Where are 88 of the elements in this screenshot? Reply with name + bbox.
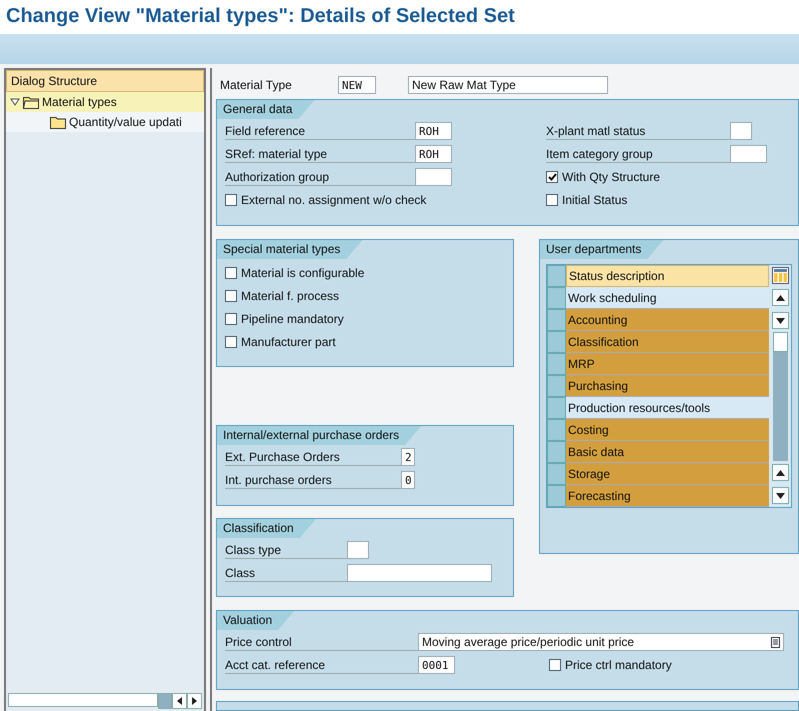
checkbox-label: Material is configurable: [241, 266, 364, 280]
checkbox-label: Price ctrl mandatory: [565, 658, 672, 672]
checkbox[interactable]: [546, 171, 558, 183]
table-cell[interactable]: Costing: [566, 419, 769, 441]
field-label: Authorization group: [225, 168, 415, 186]
input-field[interactable]: 0: [401, 471, 415, 489]
tree-item[interactable]: Material types: [6, 92, 204, 112]
input-field[interactable]: New Raw Mat Type: [408, 76, 608, 94]
checkbox[interactable]: [225, 267, 237, 279]
field-label: Price control: [225, 633, 418, 651]
group-title: General data: [217, 100, 314, 119]
field-label: X-plant matl status: [546, 122, 730, 140]
left-arrow-icon: [177, 697, 182, 705]
list-icon: [771, 636, 780, 648]
row-selector[interactable]: [547, 287, 566, 309]
row-selector[interactable]: [547, 419, 566, 441]
checkbox[interactable]: [546, 194, 558, 206]
scroll-left-button[interactable]: [172, 693, 187, 709]
select-all-button[interactable]: [547, 265, 566, 287]
scroll-up-button[interactable]: [772, 289, 788, 306]
right-arrow-icon: [192, 697, 197, 705]
field-label: Acct cat. reference: [225, 656, 418, 674]
checkbox-label: Initial Status: [562, 193, 628, 207]
table-cell[interactable]: MRP: [566, 353, 769, 375]
input-field[interactable]: [730, 145, 767, 163]
checkbox[interactable]: [549, 659, 561, 671]
field-label: Field reference: [225, 122, 415, 140]
table-cell[interactable]: Basic data: [566, 441, 769, 463]
table-cell[interactable]: Purchasing: [566, 375, 769, 397]
input-field[interactable]: [415, 168, 452, 186]
down-arrow-icon: [776, 318, 784, 324]
folder-icon: [50, 116, 66, 128]
checkbox-label: With Qty Structure: [562, 170, 660, 184]
input-field[interactable]: ROH: [415, 122, 452, 140]
input-field[interactable]: 2: [401, 448, 415, 466]
dropdown-field[interactable]: Moving average price/periodic unit price: [418, 633, 784, 651]
checkbox-label: Pipeline mandatory: [241, 312, 344, 326]
folder-icon: [23, 96, 39, 108]
checkbox[interactable]: [225, 290, 237, 302]
scroll-right-button[interactable]: [187, 693, 202, 709]
tree-item[interactable]: Quantity/value updati: [6, 112, 204, 132]
column-settings-icon[interactable]: [772, 267, 788, 284]
checkbox-label: External no. assignment w/o check: [241, 193, 426, 207]
checkbox[interactable]: [225, 313, 237, 325]
vertical-scrollbar[interactable]: [772, 332, 788, 461]
checkbox[interactable]: [225, 336, 237, 348]
input-field[interactable]: 0001: [418, 656, 455, 674]
field-label: Material Type: [220, 78, 293, 92]
row-selector[interactable]: [547, 441, 566, 463]
scroll-down-button[interactable]: [772, 487, 788, 504]
checkbox-label: Manufacturer part: [241, 335, 336, 349]
checkbox[interactable]: [225, 194, 237, 206]
input-field[interactable]: [347, 541, 369, 559]
row-selector[interactable]: [547, 463, 566, 485]
panel-header: Dialog Structure: [6, 70, 204, 92]
window-title: Change View "Material types": Details of Selected Set: [6, 5, 515, 28]
input-field[interactable]: [730, 122, 752, 140]
up-arrow-icon: [776, 470, 784, 476]
field-label: Ext. Purchase Orders: [225, 448, 401, 466]
table-cell[interactable]: Classification: [566, 331, 769, 353]
input-field[interactable]: [347, 564, 492, 582]
row-selector[interactable]: [547, 375, 566, 397]
table-cell[interactable]: Forecasting: [566, 485, 769, 507]
scroll-down-button[interactable]: [772, 312, 788, 329]
group-title: Valuation: [217, 611, 294, 630]
group-title: Internal/external purchase orders: [217, 426, 422, 445]
scrollbar-thumb[interactable]: [158, 693, 172, 709]
input-field[interactable]: NEW: [338, 76, 376, 94]
row-selector[interactable]: [547, 353, 566, 375]
field-label: Int. purchase orders: [225, 471, 401, 489]
down-arrow-icon: [776, 492, 784, 498]
collapse-icon[interactable]: [10, 98, 20, 106]
table-cell[interactable]: Storage: [566, 463, 769, 485]
row-selector[interactable]: [547, 309, 566, 331]
group-title: User departments: [540, 240, 664, 259]
row-selector[interactable]: [547, 485, 566, 507]
input-field[interactable]: ROH: [415, 145, 452, 163]
up-arrow-icon: [776, 294, 784, 300]
group-title: Classification: [217, 519, 316, 538]
field-label: Item category group: [546, 145, 730, 163]
column-header[interactable]: Status description: [566, 265, 769, 287]
row-selector[interactable]: [547, 331, 566, 353]
group-title: Special material types: [217, 240, 362, 259]
checkbox-label: Material f. process: [241, 289, 340, 303]
row-selector[interactable]: [547, 397, 566, 419]
field-label: SRef: material type: [225, 145, 415, 163]
scroll-up-button[interactable]: [772, 464, 788, 481]
table-cell[interactable]: Accounting: [566, 309, 769, 331]
